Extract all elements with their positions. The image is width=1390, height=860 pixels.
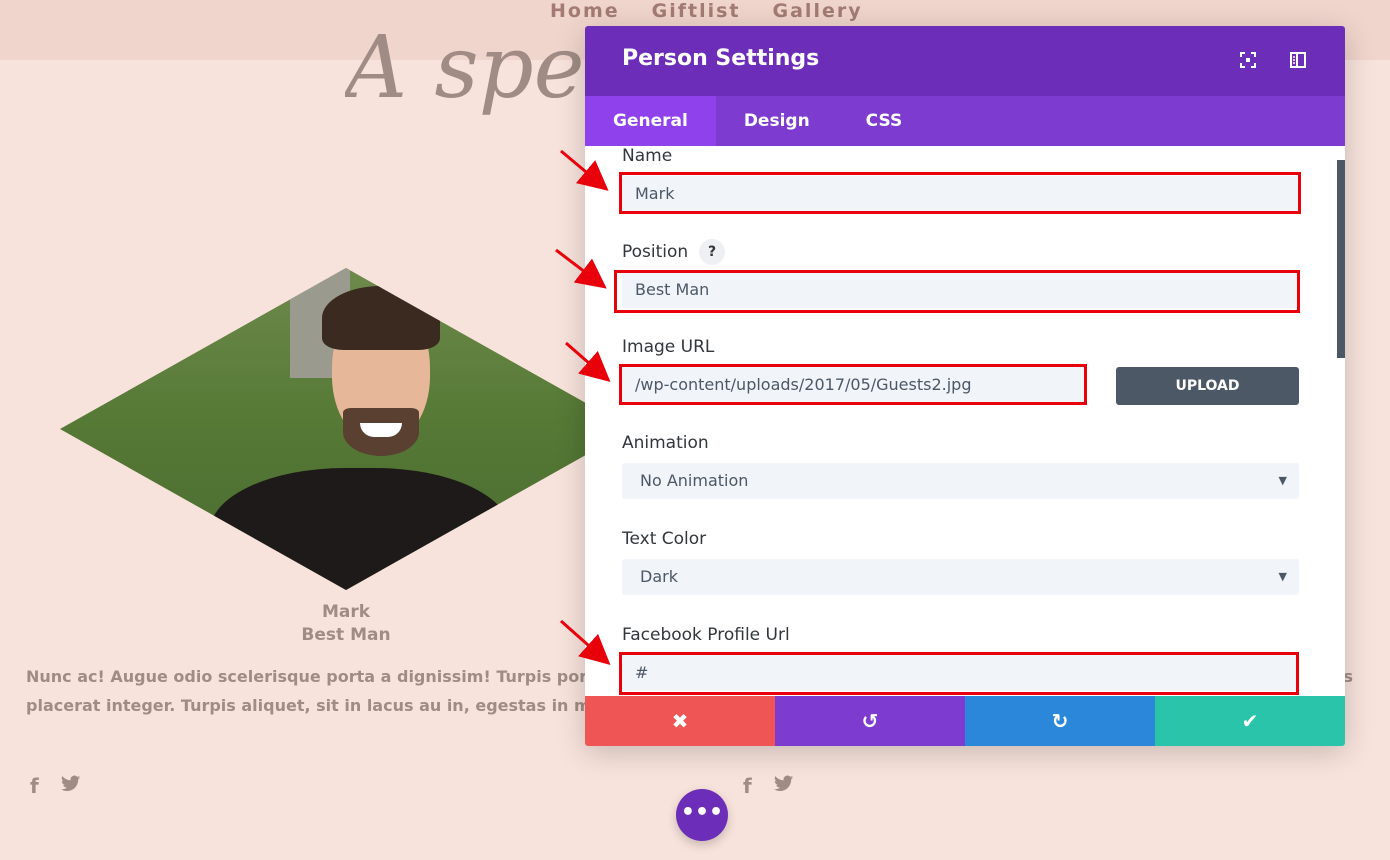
twitter-icon[interactable] [60,774,81,798]
twitter-icon[interactable] [773,774,794,798]
person-position: Best Man [301,625,391,645]
animation-label: Animation [622,433,709,453]
builder-menu-button[interactable]: ••• [676,789,728,841]
person-settings-modal: Person Settings General Design CSS Name … [585,26,1345,746]
nav-giftlist-link[interactable]: Giftlist [652,0,741,22]
position-label: Position [622,242,689,262]
modal-footer: ✖ ↺ ↻ ✔ [585,696,1345,746]
cancel-button[interactable]: ✖ [585,696,775,746]
undo-button[interactable]: ↺ [775,696,965,746]
nav-links: Home Giftlist Gallery [550,0,863,22]
save-button[interactable]: ✔ [1155,696,1345,746]
text-color-label: Text Color [622,529,707,549]
facebook-url-highlight [619,652,1299,695]
split-view-icon[interactable] [1288,50,1308,70]
tab-general[interactable]: General [585,96,716,146]
person-photo [60,268,632,590]
text-color-select-value: Dark [640,567,678,586]
modal-tabs: General Design CSS [585,96,1345,146]
facebook-icon[interactable]: f [743,774,752,798]
expand-icon[interactable] [1238,50,1258,70]
facebook-url-label: Facebook Profile Url [622,625,790,645]
help-icon[interactable]: ? [699,239,725,265]
dropdown-arrow-icon: ▼ [1278,570,1287,583]
modal-header: Person Settings [585,26,1345,96]
check-icon: ✔ [1241,709,1259,733]
social-links-left: f [30,774,81,798]
photo-hair [322,286,440,350]
person-photo-diamond [60,268,632,590]
modal-body: Name Mark Position ? Best Man Image URL … [585,146,1345,696]
name-highlight [619,172,1301,214]
photo-shirt [210,468,510,590]
dropdown-arrow-icon: ▼ [1278,474,1287,487]
text-color-select[interactable]: Dark ▼ [622,559,1299,595]
close-icon: ✖ [671,709,689,733]
animation-select-value: No Animation [640,471,749,490]
image-url-label: Image URL [622,337,715,357]
position-highlight [614,270,1300,313]
person-name: Mark [321,602,371,622]
tab-design[interactable]: Design [716,96,838,146]
modal-scrollbar[interactable] [1337,160,1345,358]
animation-select[interactable]: No Animation ▼ [622,463,1299,499]
image-url-highlight [619,364,1087,405]
redo-button[interactable]: ↻ [965,696,1155,746]
undo-icon: ↺ [861,709,879,733]
page-script-title: A spec [345,18,585,118]
social-links-right: f [743,774,794,798]
nav-gallery-link[interactable]: Gallery [773,0,863,22]
upload-button[interactable]: UPLOAD [1116,367,1299,405]
facebook-icon[interactable]: f [30,774,39,798]
modal-title: Person Settings [622,46,820,71]
name-label: Name [622,146,673,166]
redo-icon: ↻ [1051,709,1069,733]
tab-css[interactable]: CSS [838,96,931,146]
